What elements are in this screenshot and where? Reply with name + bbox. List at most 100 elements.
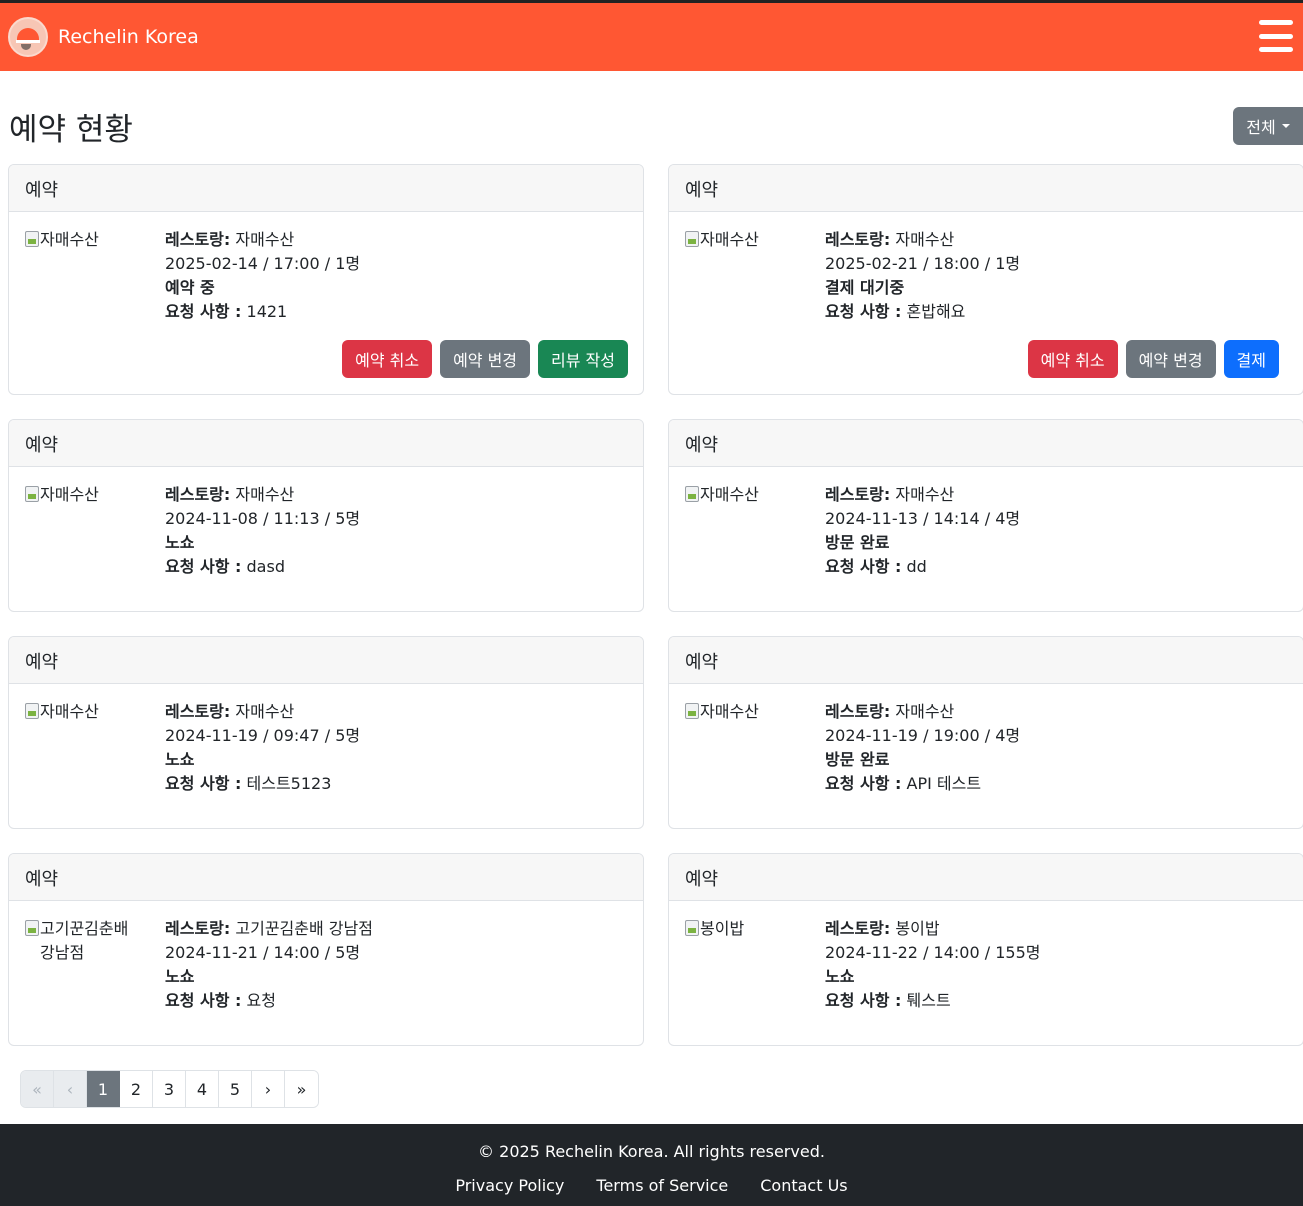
card-header: 예약 xyxy=(9,854,643,901)
reservation-card: 예약 자매수산 레스토랑: 자매수산 2025-02-21 / 18:00 / … xyxy=(668,164,1303,395)
request-label: 요청 사항 : xyxy=(165,557,242,576)
restaurant-label: 레스토랑: xyxy=(825,485,891,504)
copyright-text: © 2025 Rechelin Korea. All rights reserv… xyxy=(478,1142,825,1161)
request-text: 요청 xyxy=(246,991,276,1010)
status-filter-label: 전체 xyxy=(1246,118,1276,137)
request-label: 요청 사항 : xyxy=(165,774,242,793)
restaurant-label: 레스토랑: xyxy=(165,919,231,938)
reservation-card: 예약 자매수산 레스토랑: 자매수산 2024-11-19 / 19:00 / … xyxy=(668,636,1303,829)
broken-image-icon xyxy=(25,231,39,247)
restaurant-image: 자매수산 xyxy=(25,483,145,507)
reservation-status: 노쇼 xyxy=(165,967,195,986)
reservation-datetime: 2024-11-13 / 14:14 / 4명 xyxy=(825,509,1021,528)
reservation-status: 결제 대기중 xyxy=(825,278,905,297)
terms-of-service-link[interactable]: Terms of Service xyxy=(596,1176,728,1195)
broken-image-icon xyxy=(685,231,699,247)
cancel-reservation-button[interactable]: 예약 취소 xyxy=(342,340,433,378)
card-header: 예약 xyxy=(669,637,1303,684)
restaurant-image: 자매수산 xyxy=(685,483,805,507)
contact-us-link[interactable]: Contact Us xyxy=(760,1176,847,1195)
reservation-datetime: 2025-02-14 / 17:00 / 1명 xyxy=(165,254,361,273)
footer: © 2025 Rechelin Korea. All rights reserv… xyxy=(0,1124,1303,1206)
request-text: 1421 xyxy=(246,302,288,321)
status-filter-dropdown[interactable]: 전체 xyxy=(1233,107,1303,145)
card-header: 예약 xyxy=(669,420,1303,467)
pagination: « ‹ 1 2 3 4 5 › » xyxy=(20,1070,319,1108)
reservation-datetime: 2025-02-21 / 18:00 / 1명 xyxy=(825,254,1021,273)
footer-links: Privacy Policy Terms of Service Contact … xyxy=(0,1176,1303,1195)
reservation-status: 방문 완료 xyxy=(825,750,890,769)
restaurant-label: 레스토랑: xyxy=(825,702,891,721)
privacy-policy-link[interactable]: Privacy Policy xyxy=(455,1176,564,1195)
brand-name: Rechelin Korea xyxy=(58,26,199,48)
reservation-datetime: 2024-11-19 / 09:47 / 5명 xyxy=(165,726,361,745)
navbar: Rechelin Korea xyxy=(0,0,1303,71)
change-reservation-button[interactable]: 예약 변경 xyxy=(1125,340,1216,378)
restaurant-image: 봉이밥 xyxy=(685,917,805,941)
last-page-button[interactable]: » xyxy=(285,1071,318,1107)
reservation-status: 노쇼 xyxy=(165,533,195,552)
restaurant-name: 자매수산 xyxy=(895,485,955,504)
reservation-status: 예약 중 xyxy=(165,278,215,297)
page-button-2[interactable]: 2 xyxy=(120,1071,153,1107)
request-text: API 테스트 xyxy=(906,774,982,793)
brand-link[interactable]: Rechelin Korea xyxy=(8,17,199,57)
reservation-card: 예약 자매수산 레스토랑: 자매수산 2024-11-13 / 14:14 / … xyxy=(668,419,1303,612)
request-label: 요청 사항 : xyxy=(825,774,902,793)
change-reservation-button[interactable]: 예약 변경 xyxy=(440,340,531,378)
reservation-status: 방문 완료 xyxy=(825,533,890,552)
request-label: 요청 사항 : xyxy=(165,991,242,1010)
card-header: 예약 xyxy=(669,854,1303,901)
cancel-reservation-button[interactable]: 예약 취소 xyxy=(1027,340,1118,378)
broken-image-icon xyxy=(25,920,39,936)
restaurant-label: 레스토랑: xyxy=(165,702,231,721)
request-label: 요청 사항 : xyxy=(825,557,902,576)
restaurant-label: 레스토랑: xyxy=(165,485,231,504)
page-button-3[interactable]: 3 xyxy=(153,1071,186,1107)
card-header: 예약 xyxy=(9,420,643,467)
request-label: 요청 사항 : xyxy=(165,302,242,321)
restaurant-name: 자매수산 xyxy=(235,702,295,721)
request-label: 요청 사항 : xyxy=(825,991,902,1010)
reservation-datetime: 2024-11-21 / 14:00 / 5명 xyxy=(165,943,361,962)
reservation-status: 노쇼 xyxy=(165,750,195,769)
restaurant-label: 레스토랑: xyxy=(825,919,891,938)
restaurant-name: 봉이밥 xyxy=(895,919,940,938)
page-button-1[interactable]: 1 xyxy=(87,1071,120,1107)
restaurant-image: 고기꾼김춘배 강남점 xyxy=(25,917,145,965)
reservation-datetime: 2024-11-19 / 19:00 / 4명 xyxy=(825,726,1021,745)
next-page-button[interactable]: › xyxy=(252,1071,285,1107)
prev-page-button[interactable]: ‹ xyxy=(54,1071,87,1107)
hamburger-menu-icon[interactable] xyxy=(1259,20,1293,52)
write-review-button[interactable]: 리뷰 작성 xyxy=(538,340,628,378)
restaurant-label: 레스토랑: xyxy=(825,230,891,249)
restaurant-image: 자매수산 xyxy=(25,228,145,252)
pay-button[interactable]: 결제 xyxy=(1223,340,1279,378)
broken-image-icon xyxy=(685,920,699,936)
card-header: 예약 xyxy=(669,165,1303,212)
restaurant-name: 자매수산 xyxy=(235,485,295,504)
request-text: 테스트5123 xyxy=(246,774,332,793)
card-header: 예약 xyxy=(9,165,643,212)
request-text: 퉤스트 xyxy=(906,991,951,1010)
reservation-datetime: 2024-11-08 / 11:13 / 5명 xyxy=(165,509,361,528)
request-text: dasd xyxy=(246,557,285,576)
page-button-5[interactable]: 5 xyxy=(219,1071,252,1107)
request-text: dd xyxy=(906,557,927,576)
reservation-card: 예약 고기꾼김춘배 강남점 레스토랑: 고기꾼김춘배 강남점 2024-11-2… xyxy=(8,853,644,1046)
restaurant-label: 레스토랑: xyxy=(165,230,231,249)
request-text: 혼밥해요 xyxy=(906,302,966,321)
broken-image-icon xyxy=(685,486,699,502)
first-page-button[interactable]: « xyxy=(21,1071,54,1107)
page-title: 예약 현황 xyxy=(9,112,133,148)
restaurant-image: 자매수산 xyxy=(685,228,805,252)
page-button-4[interactable]: 4 xyxy=(186,1071,219,1107)
sunset-logo-icon xyxy=(8,17,48,57)
broken-image-icon xyxy=(685,703,699,719)
reservation-status: 노쇼 xyxy=(825,967,855,986)
restaurant-image: 자매수산 xyxy=(25,700,145,724)
restaurant-name: 자매수산 xyxy=(235,230,295,249)
reservation-datetime: 2024-11-22 / 14:00 / 155명 xyxy=(825,943,1041,962)
reservation-card: 예약 자매수산 레스토랑: 자매수산 2025-02-14 / 17:00 / … xyxy=(8,164,644,395)
reservation-card: 예약 자매수산 레스토랑: 자매수산 2024-11-08 / 11:13 / … xyxy=(8,419,644,612)
